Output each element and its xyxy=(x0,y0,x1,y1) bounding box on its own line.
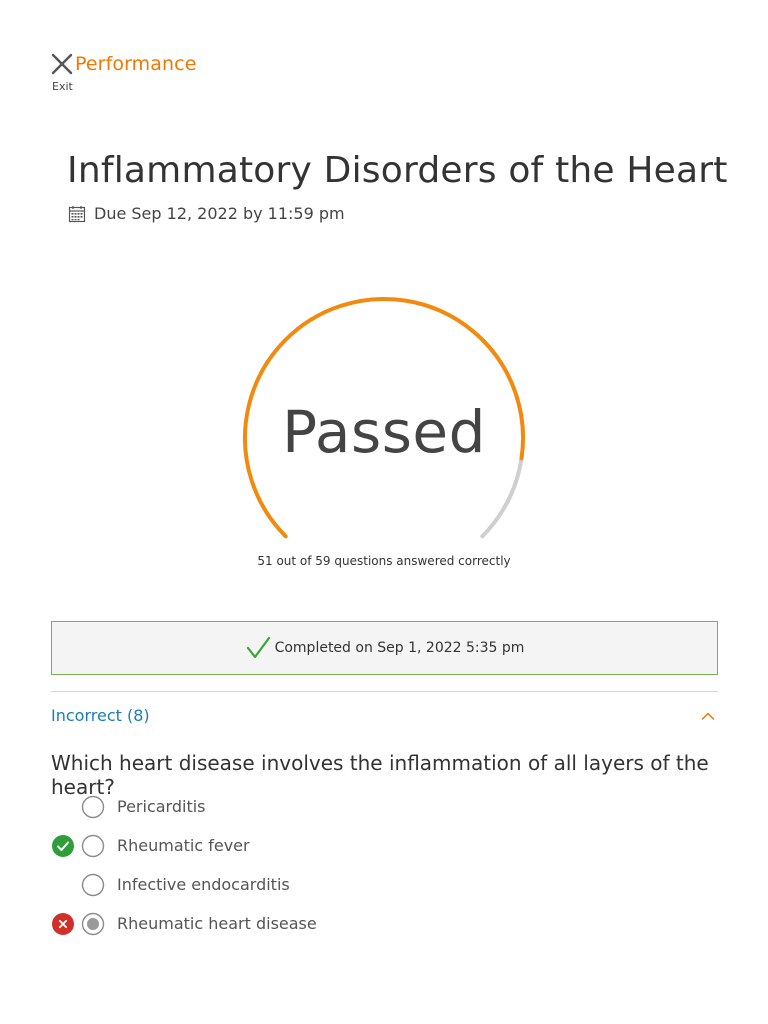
section-divider xyxy=(51,691,718,692)
close-x-icon[interactable] xyxy=(50,52,74,76)
page-title: Inflammatory Disorders of the Heart xyxy=(67,150,728,191)
incorrect-section-title[interactable]: Incorrect (8) xyxy=(51,706,150,725)
score-gauge: Passed 51 out of 59 questions answered c… xyxy=(0,280,768,580)
answer-option[interactable]: Rheumatic heart disease xyxy=(51,904,718,943)
exit-label[interactable]: Exit xyxy=(52,80,197,93)
status-placeholder xyxy=(51,873,75,897)
answer-option[interactable]: Rheumatic fever xyxy=(51,826,718,865)
answer-option[interactable]: Infective endocarditis xyxy=(51,865,718,904)
answer-option-label: Pericarditis xyxy=(117,797,206,816)
answer-option[interactable]: Pericarditis xyxy=(51,787,718,826)
app-title: Performance xyxy=(75,53,197,75)
x-circle-icon xyxy=(51,912,75,936)
due-date: Due Sep 12, 2022 by 11:59 pm xyxy=(68,204,345,223)
result-status: Passed xyxy=(282,398,486,466)
chevron-up-icon[interactable] xyxy=(700,708,716,724)
radio-icon[interactable] xyxy=(81,834,105,858)
completion-banner: Completed on Sep 1, 2022 5:35 pm xyxy=(51,621,718,675)
status-placeholder xyxy=(51,795,75,819)
calendar-icon xyxy=(68,205,86,222)
score-caption: 51 out of 59 questions answered correctl… xyxy=(257,554,511,568)
exit-button[interactable]: Performance xyxy=(50,52,197,76)
checkmark-icon xyxy=(246,636,270,659)
radio-icon[interactable] xyxy=(81,795,105,819)
check-circle-icon xyxy=(51,834,75,858)
score-ring-remainder xyxy=(480,456,524,539)
radio-selected-icon[interactable] xyxy=(81,912,105,936)
top-bar: Performance Exit xyxy=(50,52,197,93)
due-date-text: Due Sep 12, 2022 by 11:59 pm xyxy=(94,204,345,223)
answer-option-label: Rheumatic fever xyxy=(117,836,250,855)
answer-option-label: Rheumatic heart disease xyxy=(117,914,317,933)
completion-text: Completed on Sep 1, 2022 5:35 pm xyxy=(274,640,525,656)
incorrect-section-toggle[interactable]: Incorrect (8) xyxy=(51,706,718,725)
answer-option-label: Infective endocarditis xyxy=(117,875,290,894)
radio-icon[interactable] xyxy=(81,873,105,897)
answer-options: Pericarditis Rheumatic fever Infective end… xyxy=(51,787,718,943)
